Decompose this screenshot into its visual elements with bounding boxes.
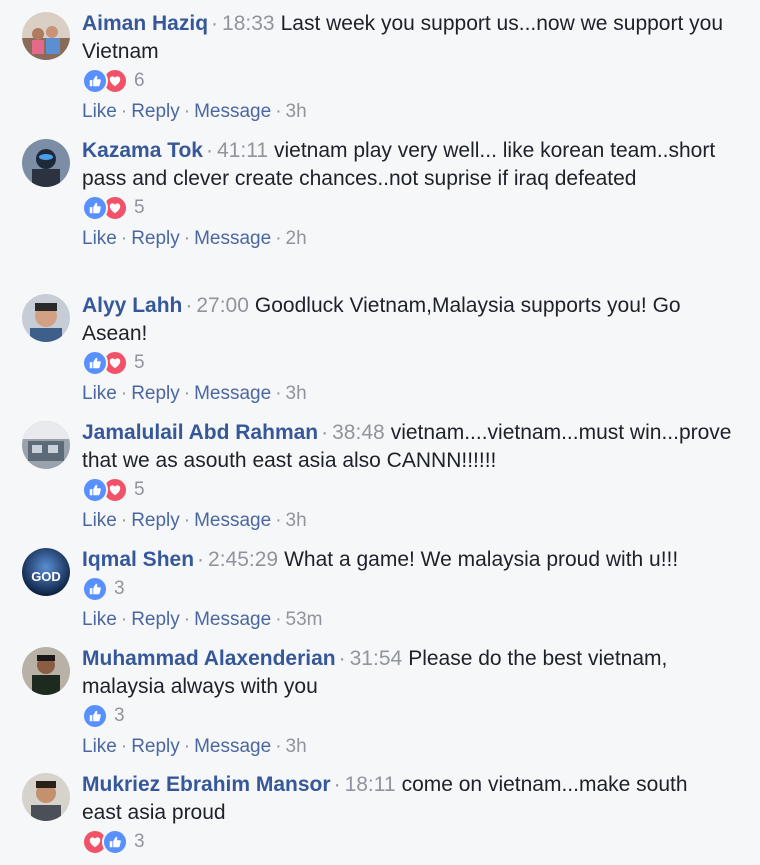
comment-author[interactable]: Alyy Lahh xyxy=(82,294,182,317)
reaction-count[interactable]: 6 xyxy=(134,70,145,92)
comment-age[interactable]: 2h xyxy=(286,228,307,249)
reactions[interactable]: 3 xyxy=(82,829,732,855)
like-link[interactable]: Like xyxy=(82,383,117,404)
reply-link[interactable]: Reply xyxy=(131,609,180,630)
avatar[interactable] xyxy=(22,647,70,695)
video-timestamp[interactable]: 31:54 xyxy=(350,647,403,670)
like-icon xyxy=(82,477,108,503)
like-icon xyxy=(102,829,128,855)
avatar[interactable] xyxy=(22,139,70,187)
message-link[interactable]: Message xyxy=(194,383,271,404)
comment-age[interactable]: 53m xyxy=(286,609,323,630)
reaction-count[interactable]: 3 xyxy=(114,705,125,727)
like-icon xyxy=(82,350,108,376)
comment-text: What a game! We malaysia proud with u!!! xyxy=(284,548,679,571)
reactions[interactable]: 5 xyxy=(82,195,732,221)
like-icon xyxy=(82,195,108,221)
video-timestamp[interactable]: 18:33 xyxy=(222,12,275,35)
reaction-count[interactable]: 5 xyxy=(134,197,145,219)
like-link[interactable]: Like xyxy=(82,228,117,249)
reply-link[interactable]: Reply xyxy=(131,228,180,249)
avatar[interactable]: GOD xyxy=(22,548,70,596)
like-link[interactable]: Like xyxy=(82,736,117,757)
like-icon xyxy=(82,68,108,94)
reactions[interactable]: 6 xyxy=(82,68,732,94)
comment-author[interactable]: Muhammad Alaxenderian xyxy=(82,647,336,670)
reply-link[interactable]: Reply xyxy=(131,736,180,757)
like-link[interactable]: Like xyxy=(82,101,117,122)
comment-age[interactable]: 3h xyxy=(286,101,307,122)
comment-author[interactable]: Aiman Haziq xyxy=(82,12,208,35)
like-link[interactable]: Like xyxy=(82,609,117,630)
reply-link[interactable]: Reply xyxy=(131,510,180,531)
reaction-count[interactable]: 5 xyxy=(134,479,145,501)
reactions[interactable]: 3 xyxy=(82,703,732,729)
comment-author[interactable]: Iqmal Shen xyxy=(82,548,194,571)
like-icon xyxy=(82,703,108,729)
comment-author[interactable]: Kazama Tok xyxy=(82,139,203,162)
reaction-count[interactable]: 3 xyxy=(134,831,145,853)
message-link[interactable]: Message xyxy=(194,510,271,531)
avatar[interactable] xyxy=(22,12,70,60)
reactions[interactable]: 3 xyxy=(82,576,732,602)
comment-author[interactable]: Jamalulail Abd Rahman xyxy=(82,421,318,444)
video-timestamp[interactable]: 27:00 xyxy=(196,294,249,317)
video-timestamp[interactable]: 2:45:29 xyxy=(208,548,278,571)
comment-age[interactable]: 3h xyxy=(286,510,307,531)
reply-link[interactable]: Reply xyxy=(131,101,180,122)
message-link[interactable]: Message xyxy=(194,736,271,757)
comment-feed: Aiman Haziq · 18:33 Last week you support u… xyxy=(0,0,760,865)
like-icon xyxy=(82,576,108,602)
avatar[interactable] xyxy=(22,294,70,342)
message-link[interactable]: Message xyxy=(194,609,271,630)
video-timestamp[interactable]: 18:11 xyxy=(345,773,396,796)
message-link[interactable]: Message xyxy=(194,228,271,249)
reply-link[interactable]: Reply xyxy=(131,383,180,404)
comment-author[interactable]: Mukriez Ebrahim Mansor xyxy=(82,773,331,796)
video-timestamp[interactable]: 41:11 xyxy=(217,139,268,162)
video-timestamp[interactable]: 38:48 xyxy=(332,421,385,444)
comment-age[interactable]: 3h xyxy=(286,383,307,404)
like-link[interactable]: Like xyxy=(82,510,117,531)
avatar[interactable] xyxy=(22,421,70,469)
reaction-count[interactable]: 3 xyxy=(114,578,125,600)
message-link[interactable]: Message xyxy=(194,101,271,122)
reaction-count[interactable]: 5 xyxy=(134,352,145,374)
avatar[interactable] xyxy=(22,773,70,821)
reactions[interactable]: 5 xyxy=(82,350,732,376)
comment-age[interactable]: 3h xyxy=(286,736,307,757)
reactions[interactable]: 5 xyxy=(82,477,732,503)
avatar-text: GOD xyxy=(31,569,61,584)
